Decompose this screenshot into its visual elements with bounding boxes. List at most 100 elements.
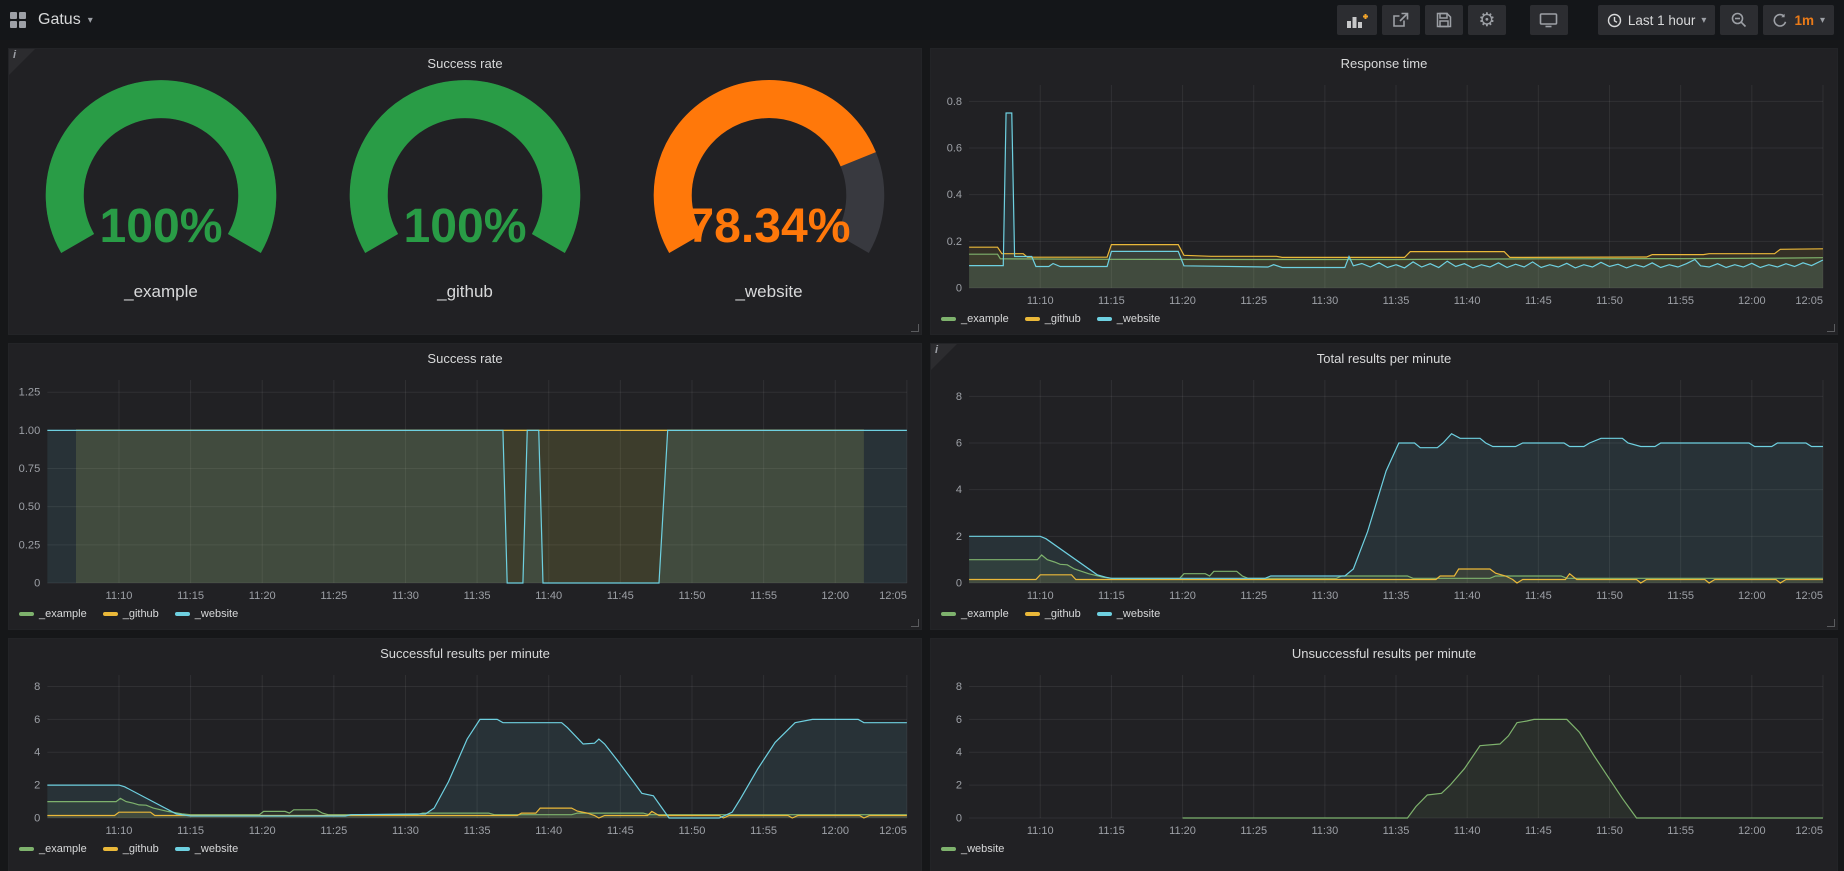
legend-item-_website[interactable]: _website (175, 843, 238, 855)
panel-title[interactable]: Response time (931, 49, 1837, 75)
svg-text:11:20: 11:20 (1169, 590, 1196, 602)
refresh-picker[interactable]: 1m ▾ (1763, 5, 1834, 35)
svg-text:6: 6 (34, 714, 40, 726)
successful-results-chart[interactable]: 0246811:1011:1511:2011:2511:3011:3511:40… (9, 665, 921, 840)
svg-text:11:40: 11:40 (1454, 825, 1481, 837)
panel-info-icon[interactable]: i (931, 344, 957, 370)
panel-title[interactable]: Success rate (9, 49, 921, 75)
time-range-picker[interactable]: Last 1 hour ▾ (1598, 5, 1716, 35)
dashboard-grid: i Success rate 100% _example 100% _githu… (0, 40, 1844, 871)
svg-text:0: 0 (956, 283, 962, 295)
svg-text:11:15: 11:15 (177, 590, 204, 602)
save-button[interactable] (1425, 5, 1463, 35)
svg-text:12:00: 12:00 (1738, 590, 1766, 602)
svg-text:11:25: 11:25 (1240, 590, 1267, 602)
legend-item-_github[interactable]: _github (103, 608, 159, 620)
svg-text:11:30: 11:30 (1311, 825, 1338, 837)
legend-item-_example[interactable]: _example (19, 608, 87, 620)
svg-text:11:30: 11:30 (1311, 590, 1338, 602)
svg-text:4: 4 (956, 747, 962, 759)
gauge-label: _example (124, 282, 198, 302)
legend-item-_website[interactable]: _website (1097, 608, 1160, 620)
unsuccessful-results-chart[interactable]: 0246811:1011:1511:2011:2511:3011:3511:40… (931, 665, 1837, 840)
success-rate-chart[interactable]: 00.250.500.751.001.2511:1011:1511:2011:2… (9, 370, 921, 605)
svg-text:12:05: 12:05 (879, 590, 907, 602)
svg-text:11:20: 11:20 (249, 590, 276, 602)
svg-text:0.25: 0.25 (19, 539, 41, 551)
svg-text:11:55: 11:55 (750, 825, 777, 837)
dashboard-title-dropdown[interactable]: Gatus ▾ (38, 11, 93, 29)
total-results-chart[interactable]: 0246811:1011:1511:2011:2511:3011:3511:40… (931, 370, 1837, 605)
svg-text:0.8: 0.8 (947, 96, 962, 108)
chevron-down-icon: ▾ (1701, 15, 1706, 26)
legend-item-_github[interactable]: _github (1025, 608, 1081, 620)
panel-resize-handle[interactable] (911, 324, 919, 332)
settings-button[interactable]: ⚙ (1468, 5, 1506, 35)
svg-text:11:10: 11:10 (1027, 590, 1054, 602)
legend-item-_github[interactable]: _github (103, 843, 159, 855)
svg-text:1.00: 1.00 (19, 425, 41, 437)
clock-icon (1607, 13, 1622, 28)
svg-text:11:25: 11:25 (1240, 825, 1267, 837)
response-time-chart[interactable]: 00.20.40.60.811:1011:1511:2011:2511:3011… (931, 75, 1837, 310)
add-panel-button[interactable] (1337, 5, 1377, 35)
gauge-arc: 78.34% (617, 75, 921, 290)
svg-text:11:40: 11:40 (1454, 295, 1481, 307)
panel-unsuccessful-results: Unsuccessful results per minute 0246811:… (930, 638, 1838, 871)
svg-text:11:10: 11:10 (1027, 825, 1054, 837)
svg-text:2: 2 (34, 780, 40, 792)
chart-legend: _example _github _website (9, 605, 921, 620)
dashboards-grid-icon[interactable] (10, 12, 26, 28)
svg-text:11:50: 11:50 (1596, 295, 1623, 307)
svg-text:11:55: 11:55 (750, 590, 777, 602)
svg-text:11:40: 11:40 (535, 590, 562, 602)
svg-text:11:35: 11:35 (464, 590, 491, 602)
chart-legend: _example _github _website (931, 605, 1837, 620)
panel-success-rate-gauges: i Success rate 100% _example 100% _githu… (8, 48, 922, 335)
panel-info-icon[interactable]: i (9, 49, 35, 75)
panel-resize-handle[interactable] (911, 619, 919, 627)
time-range-label: Last 1 hour (1628, 13, 1696, 28)
legend-item-_example[interactable]: _example (941, 608, 1009, 620)
gear-icon: ⚙ (1478, 11, 1495, 30)
gauge-label: _website (735, 282, 802, 302)
svg-text:8: 8 (34, 681, 40, 693)
panel-resize-handle[interactable] (1827, 619, 1835, 627)
cycle-view-button[interactable] (1530, 5, 1568, 35)
svg-text:11:55: 11:55 (1667, 825, 1694, 837)
panel-response-time: Response time 00.20.40.60.811:1011:1511:… (930, 48, 1838, 335)
svg-text:8: 8 (956, 681, 962, 693)
svg-text:11:40: 11:40 (1454, 590, 1481, 602)
svg-text:11:40: 11:40 (535, 825, 562, 837)
svg-text:12:05: 12:05 (1795, 825, 1823, 837)
svg-text:8: 8 (956, 391, 962, 403)
share-button[interactable] (1382, 5, 1420, 35)
svg-text:11:15: 11:15 (177, 825, 204, 837)
panel-success-rate: Success rate 00.250.500.751.001.2511:101… (8, 343, 922, 630)
svg-text:11:30: 11:30 (392, 590, 419, 602)
legend-item-_example[interactable]: _example (941, 313, 1009, 325)
svg-text:11:10: 11:10 (1027, 295, 1054, 307)
panel-title[interactable]: Successful results per minute (9, 639, 921, 665)
legend-item-_github[interactable]: _github (1025, 313, 1081, 325)
svg-text:11:15: 11:15 (1098, 825, 1125, 837)
legend-item-_website[interactable]: _website (941, 843, 1004, 855)
chevron-down-icon: ▾ (1820, 15, 1825, 26)
legend-item-_website[interactable]: _website (1097, 313, 1160, 325)
svg-text:2: 2 (956, 531, 962, 543)
gauge-value: 100% (99, 199, 222, 253)
svg-text:11:25: 11:25 (1240, 295, 1267, 307)
panel-title[interactable]: Total results per minute (931, 344, 1837, 370)
panel-title[interactable]: Unsuccessful results per minute (931, 639, 1837, 665)
svg-text:6: 6 (956, 438, 962, 450)
svg-text:11:45: 11:45 (607, 825, 634, 837)
panel-resize-handle[interactable] (1827, 324, 1835, 332)
zoom-out-button[interactable] (1720, 5, 1758, 35)
save-icon (1436, 12, 1452, 28)
legend-item-_website[interactable]: _website (175, 608, 238, 620)
dashboard-title: Gatus (38, 11, 81, 29)
legend-item-_example[interactable]: _example (19, 843, 87, 855)
panel-title[interactable]: Success rate (9, 344, 921, 370)
monitor-icon (1539, 12, 1558, 28)
gauge-value: 100% (403, 199, 526, 253)
